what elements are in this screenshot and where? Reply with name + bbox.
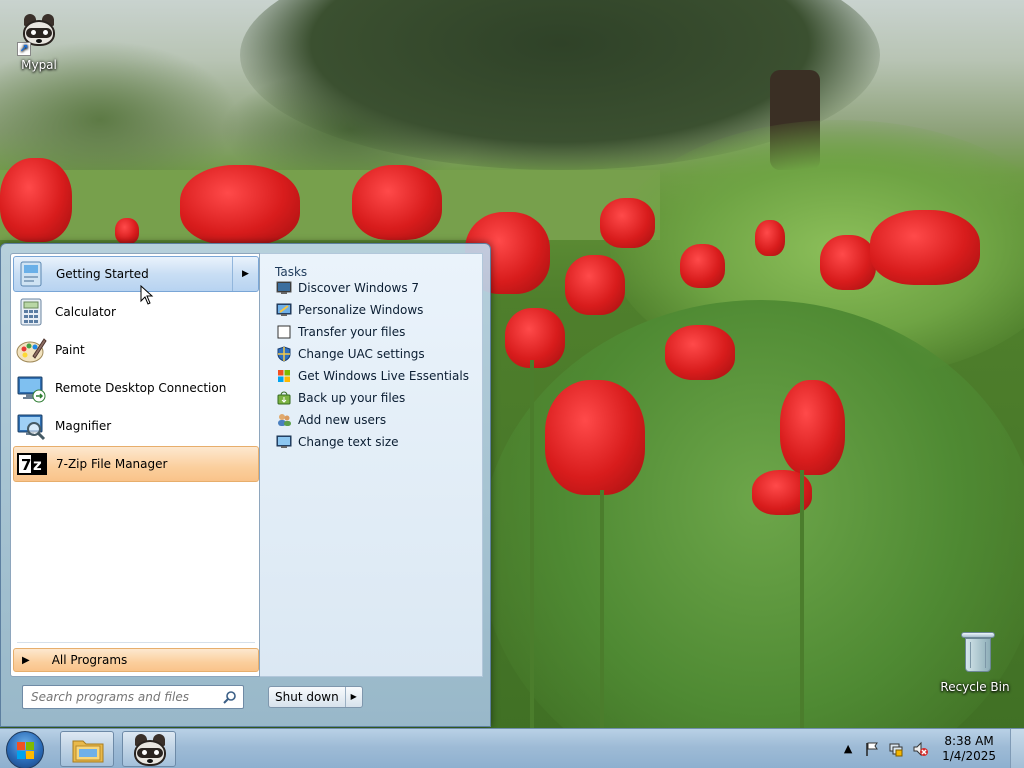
task-discover-windows[interactable]: Discover Windows 7 [276,278,419,298]
program-magnifier[interactable]: Magnifier [13,408,259,444]
task-uac-settings[interactable]: Change UAC settings [276,344,425,364]
task-label: Get Windows Live Essentials [298,369,469,383]
users-icon [276,412,292,428]
desktop-icon-mypal[interactable]: ↗ Mypal [1,8,77,72]
task-label: Back up your files [298,391,406,405]
action-center-flag-icon[interactable] [864,741,880,757]
tasks-heading-rule [272,257,472,258]
mypal-raccoon-icon: ↗ [15,8,63,56]
desktop-icon-label: Recycle Bin [940,680,1010,694]
paint-icon [15,334,47,366]
program-label: Getting Started [56,267,149,281]
backup-icon [276,390,292,406]
taskbar-button-windows-explorer[interactable] [60,731,114,767]
task-transfer-files[interactable]: Transfer your files [276,322,405,342]
program-remote-desktop[interactable]: Remote Desktop Connection [13,370,259,406]
task-add-users[interactable]: Add new users [276,410,386,430]
tasks-heading: Tasks [275,265,308,279]
svg-text:z: z [33,456,42,474]
monitor-icon [276,434,292,450]
task-change-text-size[interactable]: Change text size [276,432,399,452]
start-menu-programs-pane: Getting Started ▶ Calculator Paint Remot… [10,253,260,677]
uac-shield-icon [276,346,292,362]
program-calculator[interactable]: Calculator [13,294,259,330]
windows-flag-icon [276,368,292,384]
shortcut-arrow-icon: ↗ [17,42,31,56]
program-label: Calculator [55,305,116,319]
all-programs-button[interactable]: ▶ All Programs [13,648,259,672]
search-input[interactable] [31,690,211,704]
shutdown-options-arrow-icon[interactable]: ▶ [346,687,362,707]
triangle-right-icon: ▶ [22,654,30,666]
show-hidden-icons-icon[interactable]: ▲ [840,741,856,757]
calculator-icon [15,296,47,328]
desktop-icon-recycle-bin[interactable]: Recycle Bin [937,630,1013,694]
recycle-bin-icon [951,630,999,678]
network-icon[interactable] [888,741,904,757]
program-getting-started[interactable]: Getting Started ▶ [13,256,259,292]
7zip-icon: 7 z [16,448,48,480]
task-label: Personalize Windows [298,303,424,317]
program-label: Remote Desktop Connection [55,381,227,395]
task-label: Add new users [298,413,387,427]
volume-muted-icon[interactable] [912,741,929,757]
program-label: Magnifier [55,419,112,433]
windows-logo-icon [17,742,35,760]
system-clock[interactable]: 8:38 AM 1/4/2025 [942,734,996,764]
task-personalize[interactable]: Personalize Windows [276,300,423,320]
shutdown-button-group: Shut down ▶ [268,686,363,708]
magnifier-icon [15,410,47,442]
start-search-box[interactable] [22,685,244,709]
shutdown-button[interactable]: Shut down [269,687,346,707]
svg-text:7: 7 [21,456,31,474]
start-button[interactable] [6,731,44,768]
search-icon[interactable] [223,690,237,704]
separator [17,642,255,643]
task-windows-live[interactable]: Get Windows Live Essentials [276,366,469,386]
program-label: 7-Zip File Manager [56,457,168,471]
task-backup[interactable]: Back up your files [276,388,405,408]
clock-date: 1/4/2025 [942,749,996,763]
show-desktop-button[interactable] [1010,729,1024,768]
mouse-pointer-icon [140,284,154,305]
program-paint[interactable]: Paint [13,332,259,368]
transfer-icon [276,324,292,340]
remote-desktop-icon [15,372,47,404]
start-menu: Getting Started ▶ Calculator Paint Remot… [0,243,491,727]
folder-icon [72,737,104,766]
taskbar: ▲ 8:38 AM 1/4/2025 [0,728,1024,768]
clock-time: 8:38 AM [944,734,994,748]
task-label: Change UAC settings [298,347,425,361]
getting-started-icon [16,258,48,290]
personalize-icon [276,302,292,318]
program-label: Paint [55,343,85,357]
start-menu-tasks-pane: Tasks Discover Windows 7 Personalize Win… [260,253,483,677]
program-7zip[interactable]: 7 z 7-Zip File Manager [13,446,259,482]
taskbar-button-mypal[interactable] [122,731,176,767]
discover-icon [276,280,292,296]
task-label: Change text size [298,435,399,449]
task-label: Discover Windows 7 [298,281,420,295]
desktop-icon-label: Mypal [21,58,57,72]
task-label: Transfer your files [298,325,406,339]
system-tray: ▲ 8:38 AM 1/4/2025 [836,729,1024,768]
submenu-arrow-icon[interactable]: ▶ [232,257,258,291]
all-programs-label: All Programs [51,653,128,667]
mypal-raccoon-icon [132,734,168,768]
